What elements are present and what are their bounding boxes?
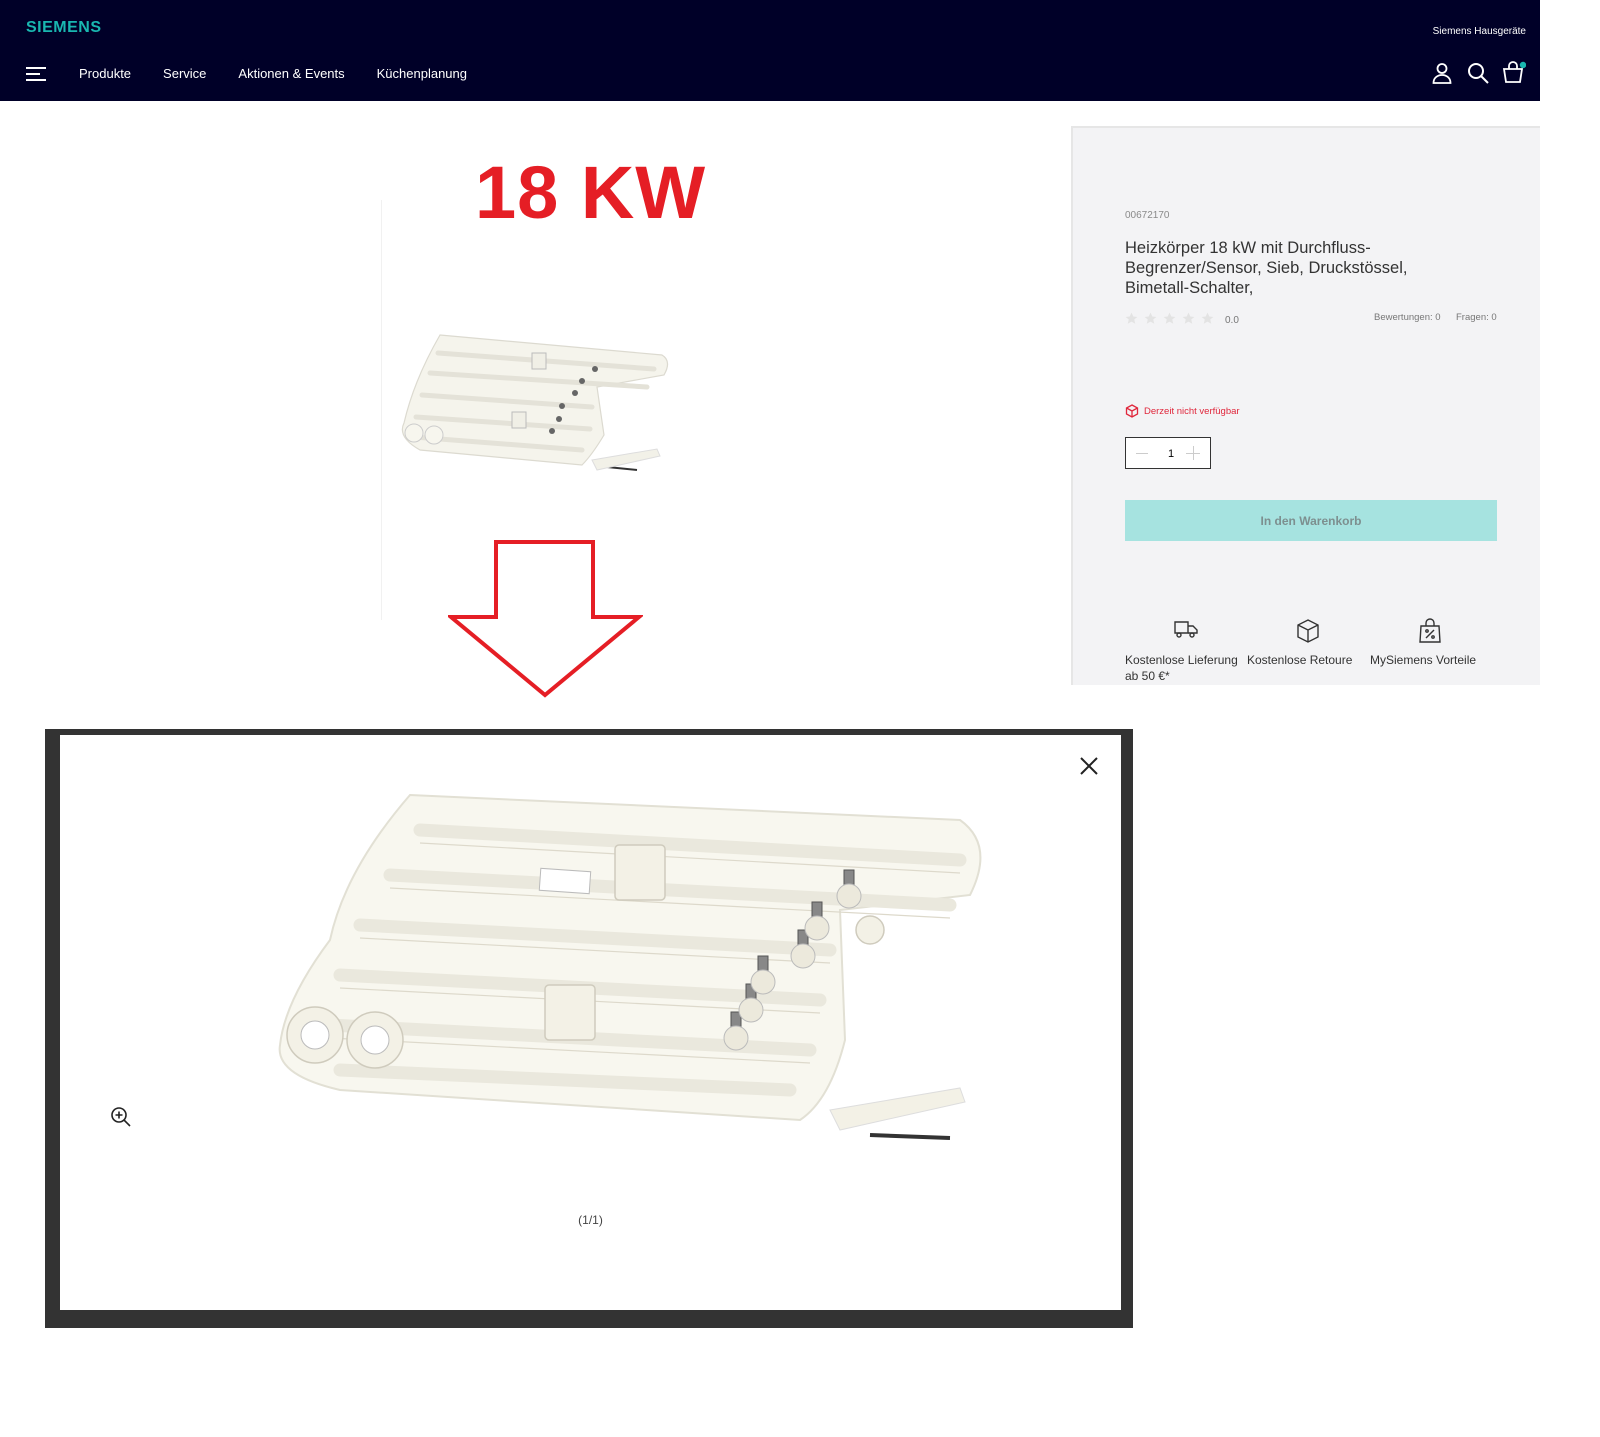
add-to-cart-button[interactable]: In den Warenkorb — [1125, 500, 1497, 541]
main-nav: Produkte Service Aktionen & Events Küche… — [79, 66, 499, 81]
menu-icon[interactable] — [26, 66, 46, 82]
star-icon — [1201, 312, 1214, 324]
questions-link[interactable]: Fragen: 0 — [1456, 312, 1497, 323]
usp-free-delivery[interactable]: Kostenlose Lieferung ab 50 €* — [1125, 618, 1245, 684]
header-actions — [1430, 61, 1526, 85]
image-counter: (1/1) — [578, 1213, 603, 1227]
rating-value: 0.0 — [1225, 315, 1239, 326]
star-icon — [1125, 312, 1138, 324]
nav-service[interactable]: Service — [163, 66, 206, 81]
site-header: SIEMENS Siemens Hausgeräte Produkte Serv… — [0, 0, 1540, 101]
reviews-link[interactable]: Bewertungen: 0 — [1374, 312, 1441, 323]
product-image-large[interactable] — [270, 790, 990, 1180]
usp-free-return[interactable]: Kostenlose Retoure — [1247, 618, 1367, 668]
search-icon[interactable] — [1466, 61, 1490, 85]
image-lightbox: (1/1) — [60, 735, 1121, 1310]
star-icon — [1144, 312, 1157, 324]
usp-label: MySiemens Vorteile — [1370, 653, 1477, 667]
product-image-thumbnail[interactable] — [392, 325, 677, 500]
product-sku: 00672170 — [1125, 210, 1170, 221]
shopping-bag-percent-icon — [1419, 618, 1441, 643]
availability-status: Derzeit nicht verfügbar — [1125, 404, 1240, 418]
quantity-decrease-button[interactable] — [1136, 453, 1148, 454]
rating-stars[interactable] — [1125, 312, 1214, 325]
package-alert-icon — [1125, 404, 1139, 418]
product-info-panel: 00672170 Heizkörper 18 kW mit Durchfluss… — [1071, 126, 1540, 685]
usp-mysiemens-benefits[interactable]: MySiemens Vorteile — [1370, 618, 1490, 668]
quantity-stepper — [1125, 437, 1211, 469]
brand-link[interactable]: Siemens Hausgeräte — [1433, 26, 1526, 37]
truck-icon — [1174, 621, 1198, 638]
box-icon — [1297, 619, 1319, 643]
zoom-in-icon[interactable] — [110, 1106, 132, 1128]
close-icon[interactable] — [1078, 755, 1100, 777]
gallery-divider — [381, 200, 382, 620]
star-icon — [1163, 312, 1176, 324]
siemens-logo[interactable]: SIEMENS — [26, 19, 102, 37]
nav-kuechenplanung[interactable]: Küchenplanung — [377, 66, 467, 81]
nav-aktionen-events[interactable]: Aktionen & Events — [238, 66, 344, 81]
quantity-input[interactable] — [1156, 444, 1186, 464]
user-icon[interactable] — [1430, 61, 1454, 85]
usp-label: Kostenlose Lieferung ab 50 €* — [1125, 653, 1238, 683]
cart-icon[interactable] — [1502, 61, 1526, 85]
usp-label: Kostenlose Retoure — [1247, 653, 1353, 667]
availability-text: Derzeit nicht verfügbar — [1144, 405, 1240, 417]
power-annotation-label: 18 KW — [475, 151, 707, 234]
product-title: Heizkörper 18 kW mit Durchfluss-Begrenze… — [1125, 239, 1408, 297]
nav-produkte[interactable]: Produkte — [79, 66, 131, 81]
down-arrow-annotation — [448, 540, 643, 698]
star-icon — [1182, 312, 1195, 324]
image-lightbox-overlay: (1/1) — [45, 729, 1133, 1328]
quantity-increase-button[interactable] — [1186, 446, 1200, 460]
